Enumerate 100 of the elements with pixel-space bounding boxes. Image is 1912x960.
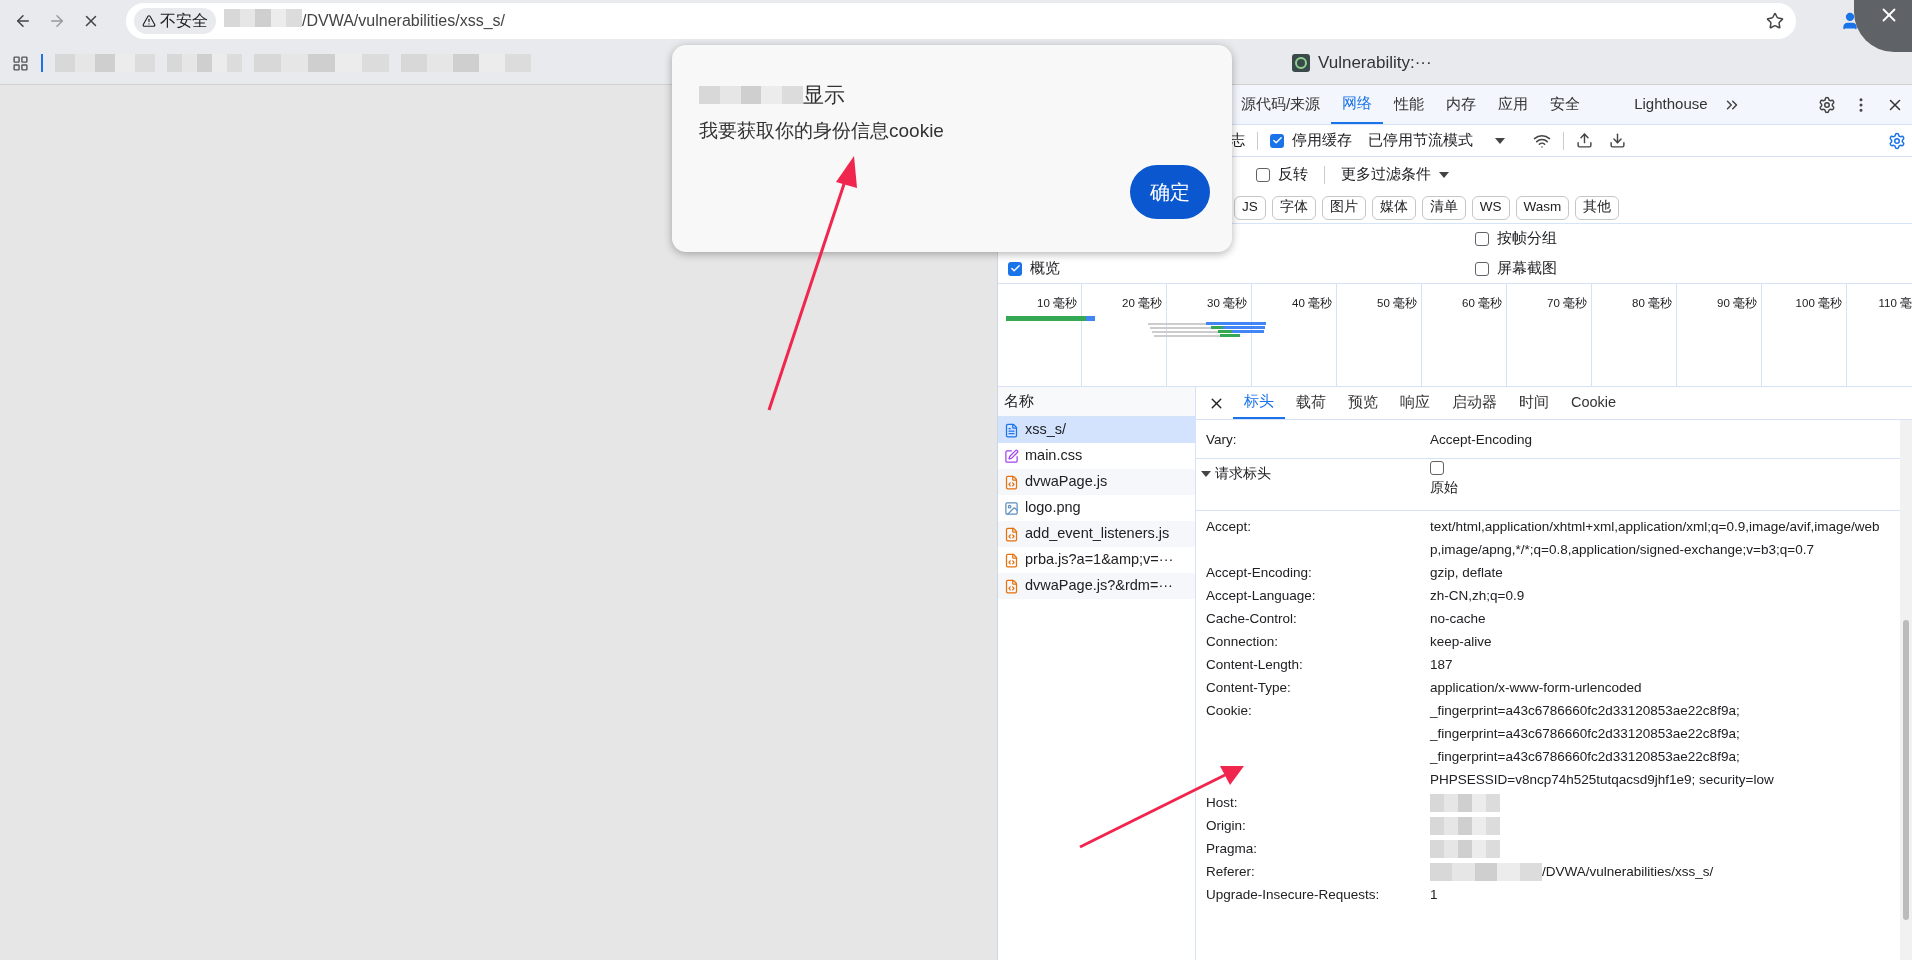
request-row[interactable]: prba.js?a=1&amp;v=··· xyxy=(998,547,1195,573)
header-name: Referer: xyxy=(1206,863,1256,881)
header-value: keep-alive xyxy=(1430,633,1493,651)
raw-checkbox[interactable] xyxy=(1430,461,1444,475)
security-chip[interactable]: 不安全 xyxy=(134,8,216,34)
script-icon xyxy=(1004,578,1019,594)
request-row[interactable]: dvwaPage.js xyxy=(998,469,1195,495)
request-row[interactable]: dvwaPage.js?&rdm=··· xyxy=(998,573,1195,599)
network-settings-icon[interactable] xyxy=(1888,131,1906,150)
header-value: _fingerprint=a43c6786660fc2d33120853ae22c8f9a; xyxy=(1430,702,1741,720)
request-row[interactable]: logo.png xyxy=(998,495,1195,521)
stylesheet-icon xyxy=(1004,448,1019,464)
scrollbar-thumb[interactable] xyxy=(1903,620,1909,920)
devtools-tab[interactable]: 应用 xyxy=(1487,85,1540,124)
header-name: Accept: xyxy=(1206,518,1253,536)
devtools-tab[interactable]: 性能 xyxy=(1383,85,1436,124)
header-value: _fingerprint=a43c6786660fc2d33120853ae22c8f9a; xyxy=(1430,725,1741,743)
disable-cache-checkbox[interactable] xyxy=(1270,133,1284,148)
request-row[interactable]: xss_s/ xyxy=(998,417,1195,443)
header-name: Connection: xyxy=(1206,633,1280,651)
filter-chip[interactable]: 清单 xyxy=(1421,195,1466,220)
header-value: PHPSESSID=v8ncp74h525tutqacsd9jhf1e9; security=low xyxy=(1430,771,1775,789)
upload-icon[interactable] xyxy=(1576,132,1593,149)
header-name: Accept-Language: xyxy=(1206,587,1317,605)
detail-tab[interactable]: 预览 xyxy=(1337,387,1389,419)
request-row[interactable]: main.css xyxy=(998,443,1195,469)
detail-tab[interactable]: 载荷 xyxy=(1285,387,1337,419)
more-filters-dropdown[interactable]: 更多过滤条件 xyxy=(1341,163,1449,186)
ok-button[interactable]: 确定 xyxy=(1130,165,1210,219)
filter-chip[interactable]: WS xyxy=(1471,195,1510,220)
filter-chip[interactable]: 图片 xyxy=(1321,195,1366,220)
checkbox-label: 屏幕截图 xyxy=(1497,258,1557,278)
warning-icon xyxy=(142,14,156,28)
checkbox-label: 概览 xyxy=(1030,258,1060,278)
timeline-tick-label: 10 毫秒 xyxy=(1037,297,1077,309)
header-value: gzip, deflate xyxy=(1430,564,1504,582)
devtools-tab[interactable]: 内存 xyxy=(1435,85,1488,124)
dialog-message: 我要获取你的身份信息cookie xyxy=(699,118,945,143)
header-value: /DVWA/vulnerabilities/xss_s/ xyxy=(1542,863,1714,881)
timeline-tick-label: 60 毫秒 xyxy=(1462,297,1502,309)
group-by-frame-checkbox[interactable] xyxy=(1475,232,1489,246)
checkbox-label: 停用缓存 xyxy=(1292,130,1352,150)
filter-chip[interactable]: 其他 xyxy=(1575,195,1620,220)
section-toggle[interactable]: 请求标头 xyxy=(1201,463,1430,484)
dropdown-triangle-icon xyxy=(1201,470,1211,477)
download-icon[interactable] xyxy=(1609,132,1626,149)
header-name: Host: xyxy=(1206,794,1239,812)
detail-tab[interactable]: 时间 xyxy=(1508,387,1560,419)
filter-chip[interactable]: 字体 xyxy=(1271,195,1316,220)
timeline-tick-label: 40 毫秒 xyxy=(1292,297,1332,309)
timeline-tick-label: 90 毫秒 xyxy=(1717,297,1757,309)
header-name: Vary: xyxy=(1206,431,1238,449)
timeline-tick-label: 80 毫秒 xyxy=(1632,297,1672,309)
header-value: zh-CN,zh;q=0.9 xyxy=(1430,587,1526,605)
devtools-tab[interactable]: 安全 xyxy=(1539,85,1592,124)
address-bar[interactable]: 不安全 /DVWA/vulnerabilities/xss_s/ xyxy=(126,3,1796,39)
screenshots-checkbox[interactable] xyxy=(1475,261,1489,276)
dropdown-triangle-icon xyxy=(1439,171,1449,178)
url-text: /DVWA/vulnerabilities/xss_s/ xyxy=(302,11,506,31)
header-value: 1 xyxy=(1430,886,1439,904)
bookmark-star-icon[interactable] xyxy=(1766,12,1784,30)
checkbox-label: 原始 xyxy=(1430,478,1458,497)
filter-chip[interactable]: JS xyxy=(1234,195,1266,220)
devtools-tab[interactable]: 源代码/来源 xyxy=(1230,85,1332,124)
document-icon xyxy=(1004,422,1019,438)
script-icon xyxy=(1004,474,1019,490)
site-icon xyxy=(1292,54,1310,72)
throttling-dropdown[interactable]: 已停用节流模式 xyxy=(1368,129,1505,152)
profile-icon[interactable] xyxy=(1840,11,1860,31)
invert-checkbox[interactable] xyxy=(1256,167,1270,182)
header-name: Content-Type: xyxy=(1206,679,1292,697)
overview-checkbox[interactable] xyxy=(1008,261,1022,276)
header-value: Accept-Encoding xyxy=(1430,431,1534,449)
header-name: Cache-Control: xyxy=(1206,610,1298,628)
filter-chip[interactable]: Wasm xyxy=(1515,195,1570,220)
checkbox-label: 反转 xyxy=(1278,164,1308,184)
dialog-title: 显示 xyxy=(803,82,845,108)
header-value: application/x-www-form-urlencoded xyxy=(1430,679,1643,697)
bookmark-item[interactable]: Vulnerability:··· xyxy=(1292,50,1432,76)
header-name: Origin: xyxy=(1206,817,1247,835)
timeline-tick-label: 30 毫秒 xyxy=(1207,297,1247,309)
devtools-tab[interactable]: 网络 xyxy=(1331,85,1384,124)
dropdown-triangle-icon xyxy=(1495,137,1505,144)
settings-icon[interactable] xyxy=(1818,95,1836,114)
header-value: _fingerprint=a43c6786660fc2d33120853ae22c8f9a; xyxy=(1430,748,1741,766)
script-icon xyxy=(1004,552,1019,568)
detail-tab[interactable]: 响应 xyxy=(1389,387,1441,419)
detail-tab[interactable]: 启动器 xyxy=(1441,387,1508,419)
apps-grid-icon[interactable] xyxy=(12,54,29,72)
request-row[interactable]: add_event_listeners.js xyxy=(998,521,1195,547)
filter-chip[interactable]: 媒体 xyxy=(1371,195,1416,220)
detail-tab[interactable]: Cookie xyxy=(1560,387,1628,419)
column-header: 名称 xyxy=(1004,391,1034,411)
timeline-tick-label: 110 毫 xyxy=(1878,297,1912,309)
forward-arrow-icon xyxy=(48,12,66,30)
detail-tab[interactable]: 标头 xyxy=(1233,387,1285,419)
devtools-tab[interactable]: Lighthouse xyxy=(1623,85,1719,124)
timeline-tick-label: 100 毫秒 xyxy=(1795,297,1842,309)
header-name: Upgrade-Insecure-Requests: xyxy=(1206,886,1381,904)
timeline-tick-label: 70 毫秒 xyxy=(1547,297,1587,309)
